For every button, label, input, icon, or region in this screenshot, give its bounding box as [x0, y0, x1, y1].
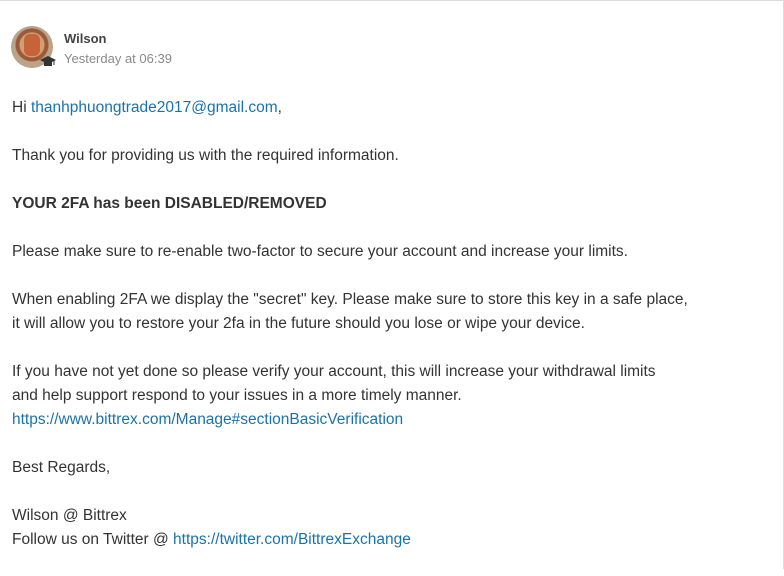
secret-line-1: When enabling 2FA we display the "secret…: [12, 291, 688, 308]
graduation-cap-icon: [40, 56, 56, 66]
verify-line-2: and help support respond to your issues …: [12, 387, 462, 404]
avatar-figure: [24, 34, 40, 56]
greeting-prefix: Hi: [12, 99, 31, 116]
verification-link[interactable]: https://www.bittrex.com/Manage#sectionBa…: [12, 411, 403, 428]
message-timestamp: Yesterday at 06:39: [64, 51, 172, 66]
twitter-link[interactable]: https://twitter.com/BittrexExchange: [173, 531, 411, 548]
secret-key-paragraph: When enabling 2FA we display the "secret…: [12, 288, 772, 336]
thanks-paragraph: Thank you for providing us with the requ…: [12, 147, 399, 164]
recipient-email-link[interactable]: thanhphuongtrade2017@gmail.com: [31, 99, 278, 116]
verify-line-1: If you have not yet done so please verif…: [12, 363, 656, 380]
secret-line-2: it will allow you to restore your 2fa in…: [12, 315, 585, 332]
signature: Wilson @ Bittrex Follow us on Twitter @ h…: [12, 504, 772, 552]
reenable-paragraph: Please make sure to re-enable two-factor…: [12, 243, 628, 260]
follow-prefix: Follow us on Twitter @: [12, 531, 174, 548]
message-body: Hi thanhphuongtrade2017@gmail.com, Thank…: [12, 96, 772, 576]
top-divider: [0, 0, 784, 1]
verify-paragraph: If you have not yet done so please verif…: [12, 360, 772, 432]
greeting: Hi thanhphuongtrade2017@gmail.com,: [12, 96, 772, 120]
greeting-suffix: ,: [277, 99, 282, 116]
closing: Best Regards,: [12, 459, 111, 476]
alert-paragraph: YOUR 2FA has been DISABLED/REMOVED: [12, 195, 327, 212]
sender-name[interactable]: Wilson: [64, 31, 107, 46]
signature-name: Wilson @ Bittrex: [12, 507, 127, 524]
